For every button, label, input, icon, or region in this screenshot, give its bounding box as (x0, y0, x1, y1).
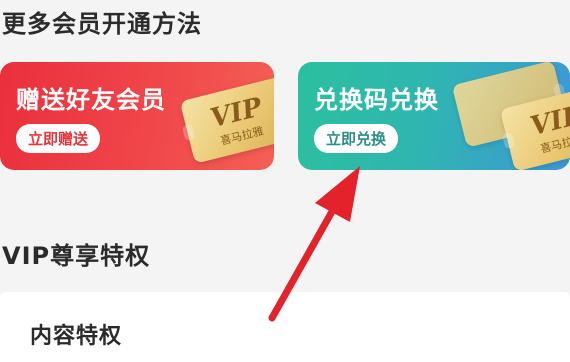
more-membership-methods-title: 更多会员开通方法 (2, 10, 202, 38)
gift-card-title: 赠送好友会员 (16, 86, 166, 114)
gift-now-button[interactable]: 立即赠送 (16, 124, 101, 153)
redeem-card-title: 兑换码兑换 (314, 86, 439, 114)
redeem-code-card[interactable]: 兑换码兑换 立即兑换 VIP 喜马拉雅 (298, 62, 570, 170)
gift-membership-card[interactable]: 赠送好友会员 立即赠送 VIP 喜马拉雅 (0, 62, 274, 170)
redeem-now-button[interactable]: 立即兑换 (314, 124, 399, 153)
content-privilege-title: 内容特权 (30, 324, 123, 349)
arrow-head (315, 166, 360, 222)
content-privilege-panel: 内容特权 (0, 292, 570, 362)
vip-privileges-title: VIP尊享特权 (2, 242, 151, 270)
vip-ticket-icon: VIP 喜马拉雅 (179, 76, 274, 164)
membership-method-cards: 赠送好友会员 立即赠送 VIP 喜马拉雅 兑换码兑换 立即兑换 VIP 喜马拉雅 (0, 62, 570, 170)
